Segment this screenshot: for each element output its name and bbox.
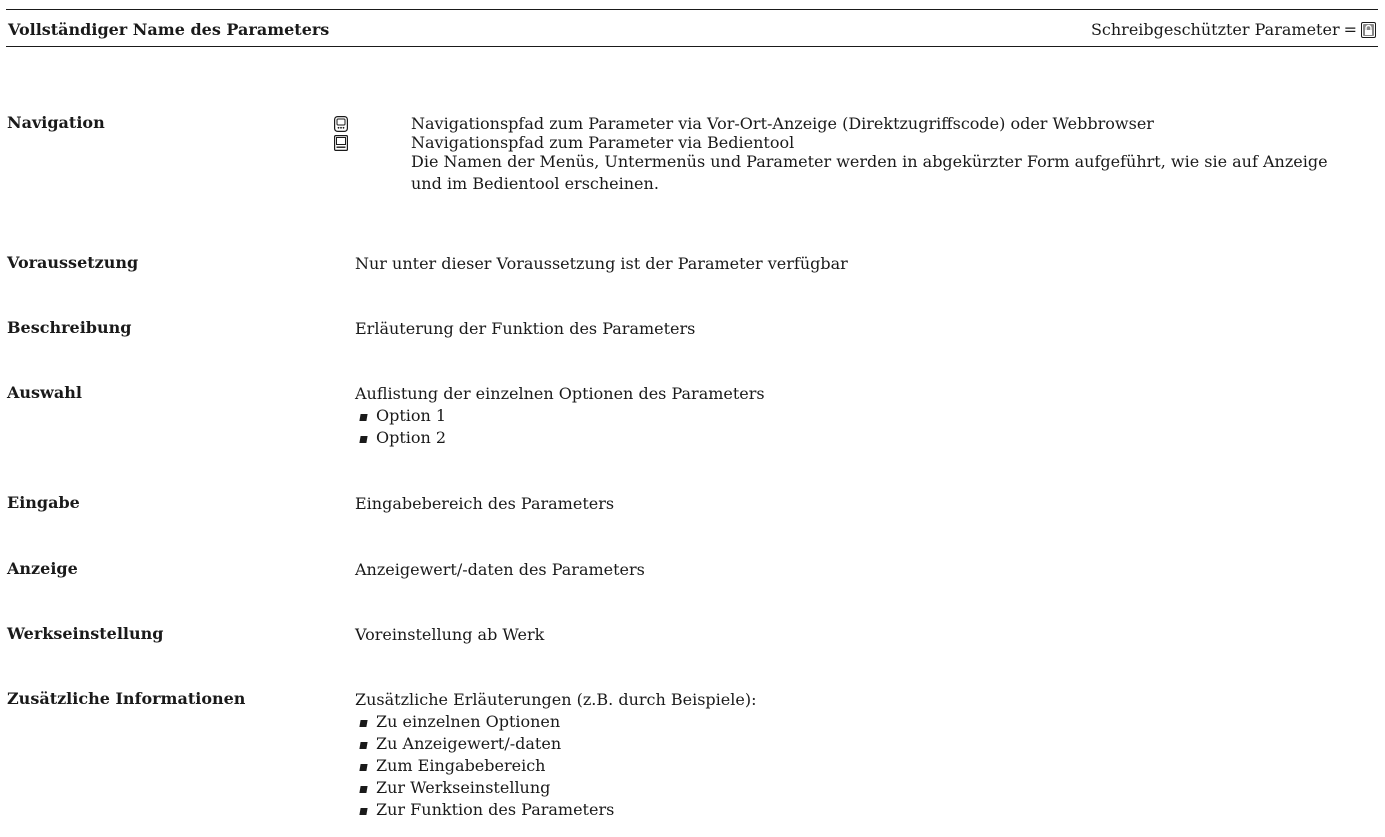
werkseinstellung-value: Voreinstellung ab Werk xyxy=(355,625,545,644)
auswahl-description: Auflistung der einzelnen Optionen des Pa… xyxy=(355,384,765,403)
navigation-label: Navigation xyxy=(7,113,105,132)
auswahl-options-list: Option 1 Option 2 xyxy=(355,405,1375,449)
readonly-label: Schreibgeschützter Parameter xyxy=(1090,20,1340,39)
readonly-legend: Schreibgeschützter Parameter = xyxy=(1091,20,1376,39)
anzeige-label: Anzeige xyxy=(7,559,78,578)
anzeige-value: Anzeigewert/-daten des Parameters xyxy=(355,560,645,579)
page-header: Vollständiger Name des Parameters Schrei… xyxy=(6,9,1378,47)
zusaetzliche-informationen-value: Zusätzliche Erläuterungen (z.B. durch Be… xyxy=(355,689,1375,821)
zusaetzliche-informationen-description: Zusätzliche Erläuterungen (z.B. durch Be… xyxy=(355,690,757,709)
parameter-full-name-heading: Vollständiger Name des Parameters xyxy=(8,20,330,39)
zusaetzliche-informationen-list: Zu einzelnen Optionen Zu Anzeigewert/-da… xyxy=(355,711,1375,821)
eingabe-label: Eingabe xyxy=(7,493,80,512)
werkseinstellung-label: Werkseinstellung xyxy=(7,624,164,643)
auswahl-value: Auflistung der einzelnen Optionen des Pa… xyxy=(355,383,1375,449)
voraussetzung-label: Voraussetzung xyxy=(7,253,139,272)
list-item: Zum Eingabebereich xyxy=(355,755,1375,777)
navigation-note: Die Namen der Menüs, Untermenüs und Para… xyxy=(411,152,1328,193)
list-item: Zu Anzeigewert/-daten xyxy=(355,733,1375,755)
nav-line-operating-tool-text: Navigationspfad zum Parameter via Bedien… xyxy=(411,133,795,152)
list-item: Zur Funktion des Parameters xyxy=(355,799,1375,821)
auswahl-label: Auswahl xyxy=(7,383,82,402)
voraussetzung-value: Nur unter dieser Voraussetzung ist der P… xyxy=(355,254,848,273)
beschreibung-value: Erläuterung der Funktion des Parameters xyxy=(355,319,696,338)
navigation-value: Navigationspfad zum Parameter via Vor-Or… xyxy=(334,113,1354,195)
eingabe-value: Eingabebereich des Parameters xyxy=(355,494,615,513)
list-item: Zu einzelnen Optionen xyxy=(355,711,1375,733)
equals-sign: = xyxy=(1343,20,1357,39)
local-display-icon xyxy=(334,116,348,132)
zusaetzliche-informationen-label: Zusätzliche Informationen xyxy=(7,689,246,708)
list-item: Option 1 xyxy=(355,405,1375,427)
nav-line-operating-tool: Navigationspfad zum Parameter via Bedien… xyxy=(334,132,1354,152)
operating-tool-icon xyxy=(334,135,348,151)
list-item: Zur Werkseinstellung xyxy=(355,777,1375,799)
beschreibung-label: Beschreibung xyxy=(7,318,132,337)
lock-icon xyxy=(1361,21,1376,38)
list-item: Option 2 xyxy=(355,427,1375,449)
nav-line-local-display: Navigationspfad zum Parameter via Vor-Or… xyxy=(334,113,1354,133)
